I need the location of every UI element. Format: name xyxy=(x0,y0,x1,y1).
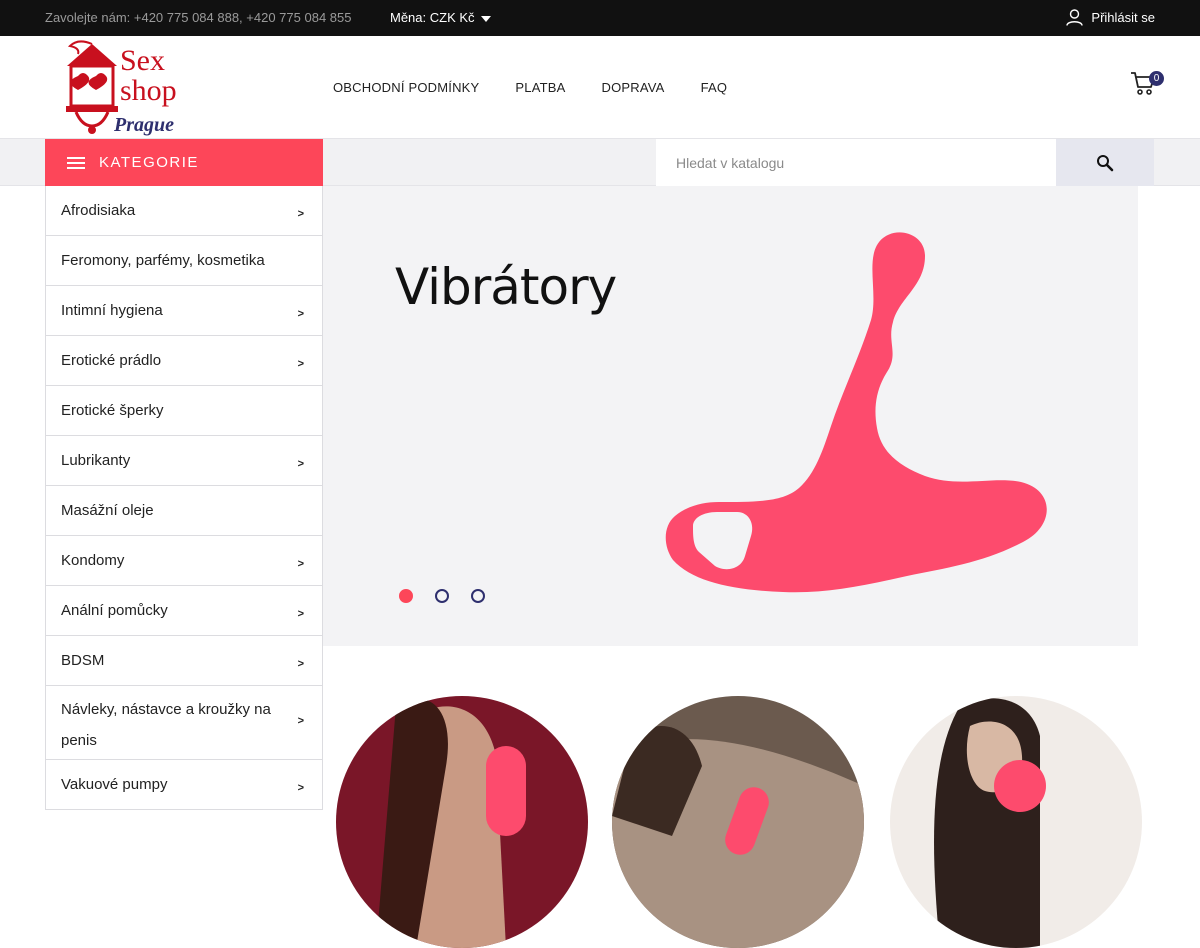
search-input[interactable] xyxy=(656,139,1056,186)
slider-pagination xyxy=(399,589,485,603)
top-bar: Zavolejte nám: +420 775 084 888, +420 77… xyxy=(0,0,1200,36)
category-label: Afrodisiaka xyxy=(61,202,136,219)
categories-toggle-button[interactable]: KATEGORIE xyxy=(45,139,323,186)
category-search-bar: KATEGORIE xyxy=(0,138,1200,186)
nav-platba[interactable]: PLATBA xyxy=(515,80,565,95)
site-logo[interactable]: Sex shop Prague xyxy=(62,38,186,136)
chevron-right-icon: > xyxy=(297,715,304,727)
category-item-kondomy[interactable]: Kondomy > xyxy=(46,536,322,586)
chevron-right-icon: > xyxy=(297,558,304,570)
category-item-afrodisiaka[interactable]: Afrodisiaka > xyxy=(46,186,322,236)
category-label: Vakuové pumpy xyxy=(61,776,168,793)
svg-text:shop: shop xyxy=(120,74,177,107)
category-label: Lubrikanty xyxy=(61,452,131,469)
category-item-eroticke-sperky[interactable]: Erotické šperky xyxy=(46,386,322,436)
nav-obchodni-podminky[interactable]: OBCHODNÍ PODMÍNKY xyxy=(333,80,479,95)
featured-image xyxy=(890,696,1142,948)
currency-selector[interactable]: Měna: CZK Kč xyxy=(390,10,491,25)
nav-faq[interactable]: FAQ xyxy=(701,80,728,95)
header: Sex shop Prague OBCHODNÍ PODMÍNKY PLATBA… xyxy=(0,36,1200,138)
category-item-lubrikanty[interactable]: Lubrikanty > xyxy=(46,436,322,486)
chevron-right-icon: > xyxy=(297,308,304,320)
svg-text:Sex: Sex xyxy=(120,44,165,77)
nav-doprava[interactable]: DOPRAVA xyxy=(602,80,665,95)
category-item-vakuove-pumpy[interactable]: Vakuové pumpy > xyxy=(46,760,322,810)
category-label: Masážní oleje xyxy=(61,502,154,519)
login-link[interactable]: Přihlásit se xyxy=(1066,9,1155,26)
caret-down-icon xyxy=(480,15,491,22)
chevron-right-icon: > xyxy=(297,458,304,470)
category-label: Feromony, parfémy, kosmetika xyxy=(61,252,265,269)
hamburger-icon xyxy=(67,156,85,169)
slider-dot-1[interactable] xyxy=(399,589,413,603)
category-menu: Afrodisiaka > Feromony, parfémy, kosmetik… xyxy=(45,186,323,810)
contact-phones: Zavolejte nám: +420 775 084 888, +420 77… xyxy=(45,10,352,25)
main-nav: OBCHODNÍ PODMÍNKY PLATBA DOPRAVA FAQ xyxy=(333,80,727,95)
product-image xyxy=(665,232,1047,593)
hero-title: Vibrátory xyxy=(395,258,617,316)
chevron-right-icon: > xyxy=(297,208,304,220)
cart-button[interactable]: 0 xyxy=(1130,70,1164,100)
featured-image xyxy=(336,696,588,948)
featured-category-circle-1[interactable] xyxy=(336,696,588,948)
slider-dot-2[interactable] xyxy=(435,589,449,603)
slider-dot-3[interactable] xyxy=(471,589,485,603)
search-button[interactable] xyxy=(1056,139,1154,186)
category-item-eroticke-pradlo[interactable]: Erotické prádlo > xyxy=(46,336,322,386)
category-item-intimni-hygiena[interactable]: Intimní hygiena > xyxy=(46,286,322,336)
category-item-masazni-oleje[interactable]: Masážní oleje xyxy=(46,486,322,536)
search-icon xyxy=(1097,154,1114,171)
category-label: Anální pomůcky xyxy=(61,602,168,619)
featured-category-circle-2[interactable] xyxy=(612,696,864,948)
featured-category-circle-3[interactable] xyxy=(890,696,1142,948)
category-label: BDSM xyxy=(61,652,105,669)
category-item-navleky[interactable]: Návleky, nástavce a kroužky na penis > xyxy=(46,686,322,760)
category-label: Kondomy xyxy=(61,552,125,569)
category-label: Intimní hygiena xyxy=(61,302,163,319)
chevron-right-icon: > xyxy=(297,358,304,370)
chevron-right-icon: > xyxy=(297,782,304,794)
category-label: Erotické šperky xyxy=(61,402,164,419)
category-label: Návleky, nástavce a kroužky na penis xyxy=(61,701,271,749)
chevron-right-icon: > xyxy=(297,658,304,670)
category-item-bdsm[interactable]: BDSM > xyxy=(46,636,322,686)
hero-slider[interactable]: Vibrátory xyxy=(323,186,1138,646)
currency-label: Měna: CZK Kč xyxy=(390,10,475,25)
svg-text:Prague: Prague xyxy=(113,114,174,136)
user-icon xyxy=(1066,9,1084,26)
chevron-right-icon: > xyxy=(297,608,304,620)
category-label: Erotické prádlo xyxy=(61,352,162,369)
login-label: Přihlásit se xyxy=(1091,10,1155,25)
category-item-feromony[interactable]: Feromony, parfémy, kosmetika xyxy=(46,236,322,286)
featured-image xyxy=(612,696,864,948)
cart-count-badge: 0 xyxy=(1149,71,1164,86)
category-item-analni-pomucky[interactable]: Anální pomůcky > xyxy=(46,586,322,636)
categories-button-label: KATEGORIE xyxy=(99,154,199,171)
